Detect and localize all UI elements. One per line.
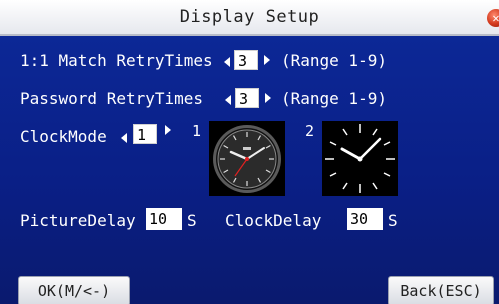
password-retry-decrease-icon[interactable] <box>225 95 231 105</box>
match-retry-increase-icon[interactable] <box>264 55 270 65</box>
password-retry-label: Password RetryTimes <box>20 89 204 108</box>
password-retry-value[interactable]: 3 <box>235 88 259 108</box>
match-retry-label: 1:1 Match RetryTimes <box>20 51 213 70</box>
password-retry-increase-icon[interactable] <box>265 93 271 103</box>
picture-delay-unit: S <box>187 211 197 230</box>
clock-mode-increase-icon[interactable] <box>165 125 171 135</box>
clock-option-1-label: 1 <box>192 122 202 140</box>
display-setup-screen: Display Setup ✕ 1:1 Match RetryTimes 3 (… <box>0 0 499 304</box>
analog-clock-1-icon[interactable] <box>209 121 285 196</box>
picture-delay-label: PictureDelay <box>20 211 136 230</box>
clock-option-2-label: 2 <box>305 122 315 140</box>
picture-delay-input[interactable]: 10 <box>146 208 182 230</box>
clock-delay-input[interactable]: 30 <box>347 208 383 230</box>
clock-delay-label: ClockDelay <box>225 211 322 230</box>
match-retry-decrease-icon[interactable] <box>224 57 230 67</box>
clock-mode-decrease-icon[interactable] <box>121 133 127 143</box>
close-icon[interactable]: ✕ <box>487 9 499 27</box>
clock-delay-unit: S <box>388 211 398 230</box>
clock-mode-value[interactable]: 1 <box>133 124 157 144</box>
analog-clock-2-icon[interactable] <box>322 121 398 196</box>
password-retry-range: (Range 1-9) <box>281 89 387 108</box>
back-button[interactable]: Back(ESC) <box>388 276 494 304</box>
ok-button[interactable]: OK(M/<-) <box>18 276 130 304</box>
page-title: Display Setup <box>179 7 320 27</box>
clock-mode-label: ClockMode <box>20 127 107 146</box>
match-retry-range: (Range 1-9) <box>281 51 387 70</box>
title-bar: Display Setup ✕ <box>0 0 499 36</box>
match-retry-value[interactable]: 3 <box>234 50 258 70</box>
